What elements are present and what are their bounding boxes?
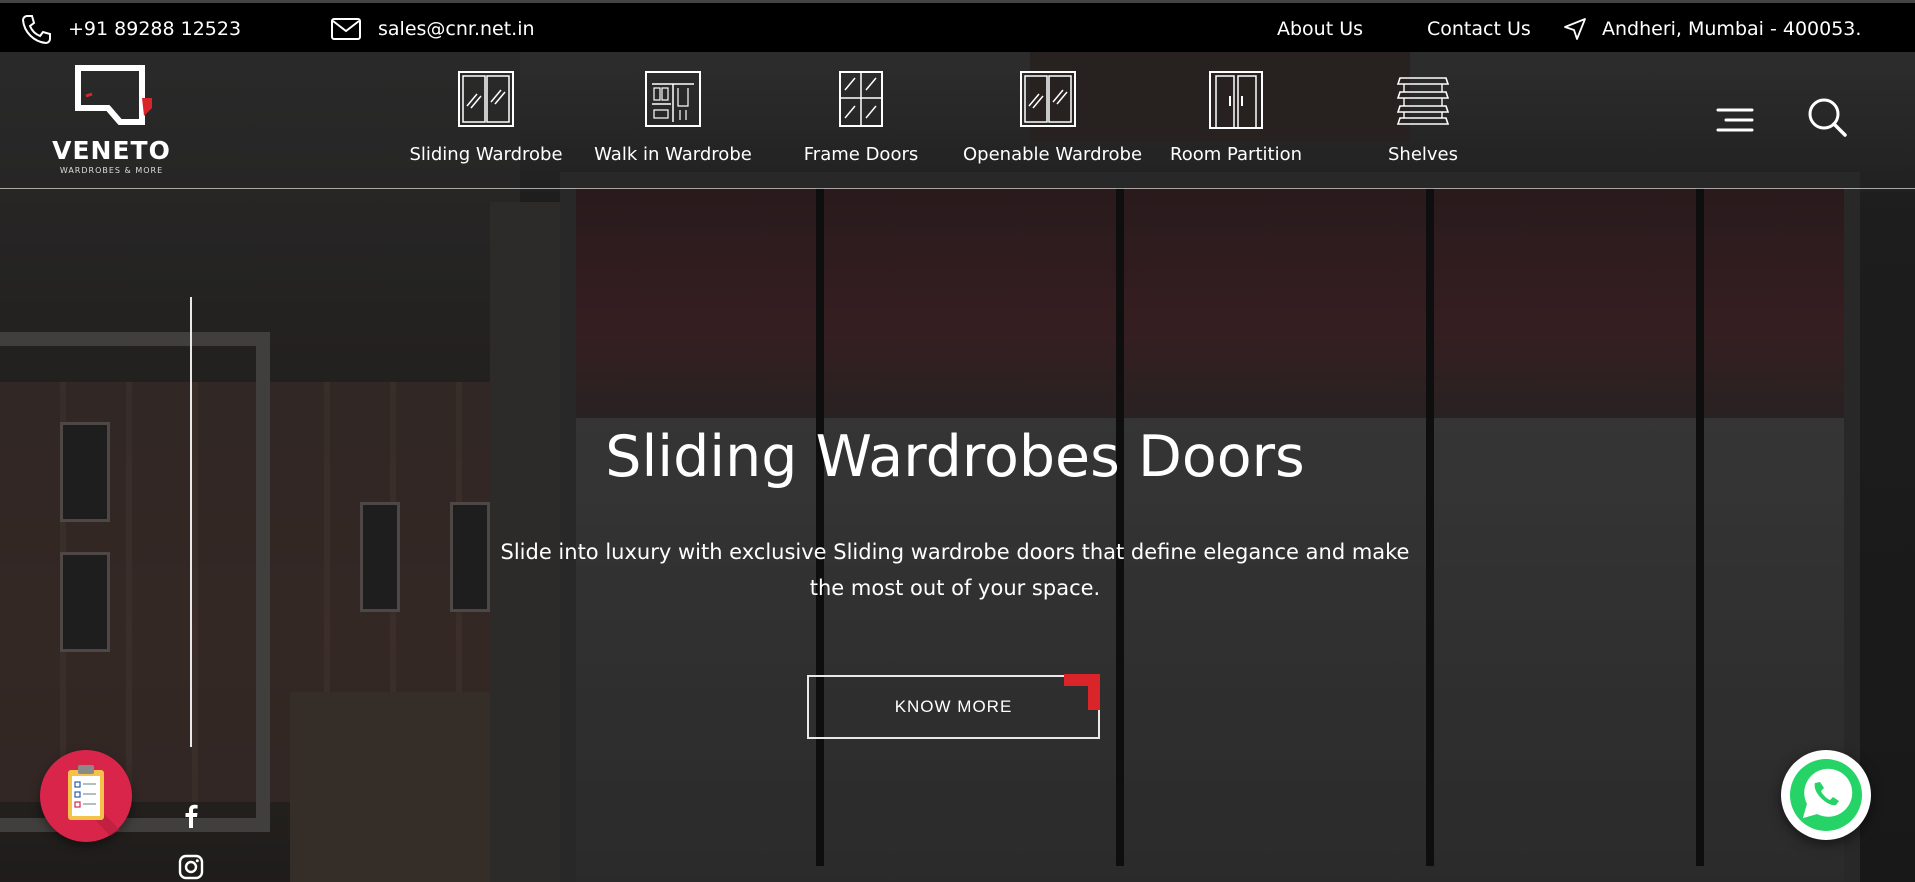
email-address: sales@cnr.net.in: [378, 18, 535, 40]
nav-label: Openable Wardrobe: [963, 144, 1143, 165]
know-more-button[interactable]: KNOW MORE: [807, 675, 1100, 739]
mail-icon: [331, 18, 361, 40]
nav-label: Room Partition: [1170, 144, 1302, 165]
vertical-divider: [190, 297, 192, 747]
logo-mark: [75, 65, 152, 125]
nav-label: Sliding Wardrobe: [409, 144, 563, 165]
phone-link[interactable]: +91 89288 12523: [20, 3, 241, 55]
brand-name: VENETO: [52, 136, 171, 165]
walk-in-wardrobe-icon: [645, 71, 701, 127]
nav-sliding-wardrobe[interactable]: Sliding Wardrobe: [401, 68, 571, 165]
whatsapp-button[interactable]: [1781, 750, 1871, 840]
top-bar: +91 89288 12523 sales@cnr.net.in About U…: [0, 0, 1915, 52]
nav-divider: [0, 188, 1915, 189]
nav-walk-in-wardrobe[interactable]: Walk in Wardrobe: [588, 68, 758, 165]
nav-shelves[interactable]: Shelves: [1338, 68, 1508, 165]
hamburger-menu-icon[interactable]: [1714, 108, 1754, 132]
about-us-link[interactable]: About Us: [1277, 3, 1363, 55]
contact-us-link[interactable]: Contact Us: [1427, 3, 1531, 55]
nav-label: Shelves: [1387, 144, 1458, 165]
enquiry-form-button[interactable]: [40, 750, 132, 842]
address-link[interactable]: Andheri, Mumbai - 400053.: [1563, 3, 1861, 55]
frame-doors-icon: [839, 71, 883, 127]
clipboard-icon: [68, 765, 120, 836]
phone-icon: [21, 15, 51, 45]
instagram-icon[interactable]: [178, 854, 204, 880]
corner-accent-icon: [1064, 674, 1100, 710]
veneto-logo[interactable]: VENETO WARDROBES & MORE: [44, 64, 179, 179]
nav-room-partition[interactable]: Room Partition: [1151, 68, 1321, 165]
whatsapp-icon: [1790, 759, 1862, 831]
openable-wardrobe-icon: [1020, 71, 1076, 127]
location-arrow-icon: [1564, 18, 1586, 40]
address-text: Andheri, Mumbai - 400053.: [1602, 18, 1862, 40]
search-icon[interactable]: [1806, 96, 1848, 138]
nav-label: Frame Doors: [803, 144, 919, 165]
sliding-wardrobe-icon: [458, 71, 514, 127]
phone-number: +91 89288 12523: [68, 18, 242, 40]
nav-openable-wardrobe[interactable]: Openable Wardrobe: [963, 68, 1143, 165]
room-partition-icon: [1209, 71, 1263, 129]
nav-label: Walk in Wardrobe: [594, 144, 752, 165]
hero-description: Slide into luxury with exclusive Sliding…: [500, 540, 1410, 600]
shelves-icon: [1396, 77, 1450, 125]
nav-frame-doors[interactable]: Frame Doors: [776, 68, 946, 165]
email-link[interactable]: sales@cnr.net.in: [330, 3, 535, 55]
facebook-icon[interactable]: [178, 803, 204, 829]
brand-tagline: WARDROBES & MORE: [59, 166, 164, 175]
hero-title: Sliding Wardrobes Doors: [605, 424, 1305, 490]
